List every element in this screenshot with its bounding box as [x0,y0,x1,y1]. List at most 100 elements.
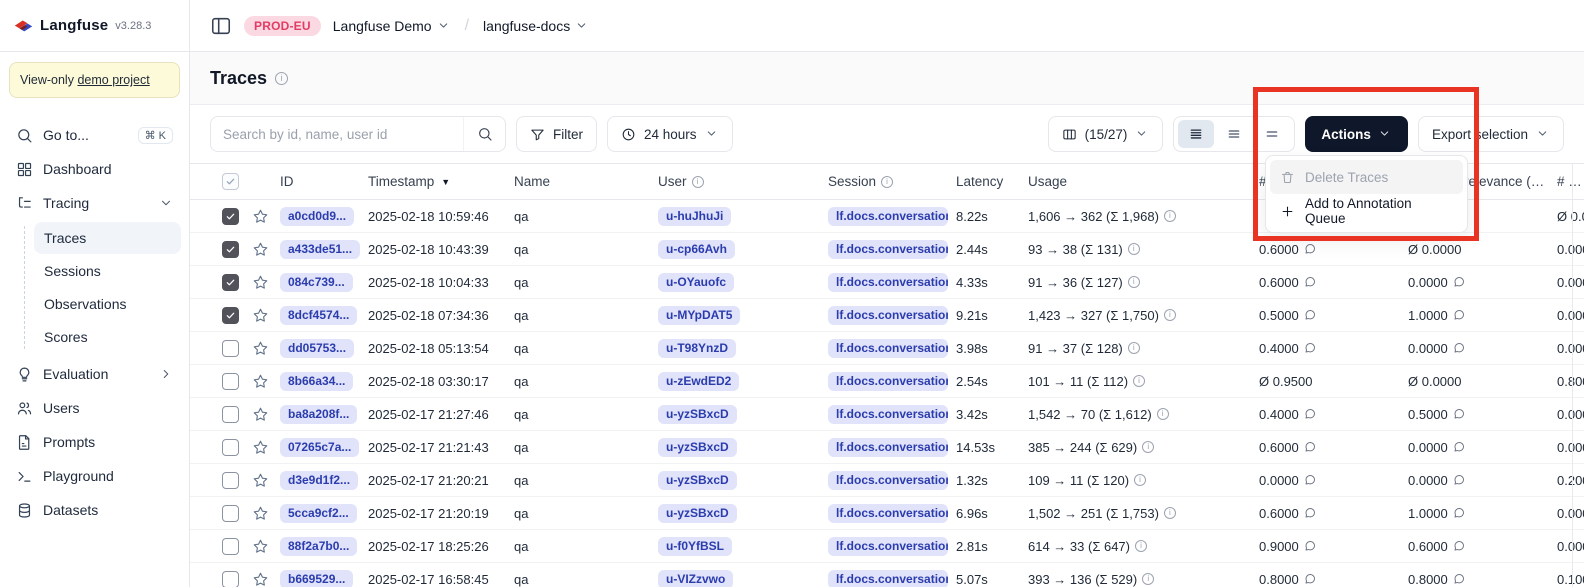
trace-id-badge[interactable]: dd05753... [280,339,354,358]
comment-bubble-icon[interactable] [1453,573,1466,586]
row-checkbox[interactable] [222,373,239,390]
column-header-user[interactable]: User i [658,174,828,189]
comment-bubble-icon[interactable] [1453,309,1466,322]
sidebar-item-traces[interactable]: Traces [34,222,181,254]
trace-id-badge[interactable]: 07265c7a... [280,438,359,457]
comment-bubble-icon[interactable] [1304,474,1317,487]
trace-id-badge[interactable]: 5cca9cf2... [280,504,357,523]
column-header-id[interactable]: ID [280,174,368,189]
comment-bubble-icon[interactable] [1304,408,1317,421]
trace-id-badge[interactable]: a0cd0d9... [280,207,354,226]
table-row[interactable]: ba8a208f...2025-02-17 21:27:46qau-yzSBxc… [190,398,1584,431]
info-icon[interactable]: i [1135,540,1147,552]
bookmark-star-icon[interactable] [252,274,269,291]
info-icon[interactable]: i [275,72,288,85]
bookmark-star-icon[interactable] [252,538,269,555]
sidebar-item-dashboard[interactable]: Dashboard [8,152,181,186]
session-badge[interactable]: lf.docs.conversation... [828,372,948,391]
sidebar-item-sessions[interactable]: Sessions [34,255,181,287]
bookmark-star-icon[interactable] [252,208,269,225]
table-row[interactable]: d3e9d1f2...2025-02-17 21:20:21qau-yzSBxc… [190,464,1584,497]
trace-id-badge[interactable]: ba8a208f... [280,405,357,424]
bookmark-star-icon[interactable] [252,571,269,587]
row-height-small-icon[interactable] [1178,120,1214,148]
comment-bubble-icon[interactable] [1453,342,1466,355]
table-row[interactable]: 084c739...2025-02-18 10:04:33qau-OYauofc… [190,266,1584,299]
column-header-latency[interactable]: Latency [956,174,1028,189]
org-switcher[interactable]: Langfuse Demo [333,18,451,34]
comment-bubble-icon[interactable] [1453,540,1466,553]
bookmark-star-icon[interactable] [252,472,269,489]
table-row[interactable]: 8dcf4574...2025-02-18 07:34:36qau-MYpDAT… [190,299,1584,332]
user-badge[interactable]: u-T98YnzD [658,339,736,358]
column-header-score3[interactable]: # … [1557,174,1584,189]
sidebar-item-scores[interactable]: Scores [34,321,181,353]
comment-bubble-icon[interactable] [1304,441,1317,454]
session-badge[interactable]: lf.docs.conversation... [828,537,948,556]
info-icon[interactable]: i [1128,342,1140,354]
user-badge[interactable]: u-huJhuJi [658,207,731,226]
row-checkbox[interactable] [222,538,239,555]
bookmark-star-icon[interactable] [252,340,269,357]
table-row[interactable]: dd05753...2025-02-18 05:13:54qau-T98YnzD… [190,332,1584,365]
comment-bubble-icon[interactable] [1304,276,1317,289]
info-icon[interactable]: i [1133,375,1145,387]
row-checkbox[interactable] [222,571,239,587]
session-badge[interactable]: lf.docs.conversation... [828,240,948,259]
sidebar-item-goto[interactable]: Go to... ⌘ K [8,118,181,152]
table-row[interactable]: 88f2a7b0...2025-02-17 18:25:26qau-f0YfBS… [190,530,1584,563]
row-checkbox[interactable] [222,307,239,324]
row-checkbox[interactable] [222,472,239,489]
user-badge[interactable]: u-f0YfBSL [658,537,732,556]
sidebar-item-evaluation[interactable]: Evaluation [8,357,181,391]
actions-button[interactable]: Actions [1305,116,1408,152]
sidebar-item-playground[interactable]: Playground [8,459,181,493]
row-height-large-icon[interactable] [1254,120,1290,148]
row-checkbox[interactable] [222,208,239,225]
trace-id-badge[interactable]: d3e9d1f2... [280,471,358,490]
sidebar-item-datasets[interactable]: Datasets [8,493,181,527]
comment-bubble-icon[interactable] [1453,276,1466,289]
menu-item-add-to-annotation-queue[interactable]: Add to Annotation Queue [1270,194,1463,228]
table-row[interactable]: 07265c7a...2025-02-17 21:21:43qau-yzSBxc… [190,431,1584,464]
trace-id-badge[interactable]: 084c739... [280,273,353,292]
info-icon[interactable]: i [1157,408,1169,420]
sidebar-item-users[interactable]: Users [8,391,181,425]
session-badge[interactable]: lf.docs.conversation... [828,339,948,358]
comment-bubble-icon[interactable] [1453,507,1466,520]
sidebar-item-tracing[interactable]: Tracing [8,186,181,220]
bookmark-star-icon[interactable] [252,439,269,456]
row-height-medium-icon[interactable] [1216,120,1252,148]
column-header-timestamp[interactable]: Timestamp ▼ [368,174,514,189]
info-icon[interactable]: i [1128,243,1140,255]
export-selection-button[interactable]: Export selection [1418,116,1564,152]
info-icon[interactable]: i [1142,573,1154,585]
bookmark-star-icon[interactable] [252,505,269,522]
session-badge[interactable]: lf.docs.conversation... [828,471,948,490]
project-switcher[interactable]: langfuse-docs [483,18,589,34]
user-badge[interactable]: u-OYauofc [658,273,734,292]
session-badge[interactable]: lf.docs.conversation... [828,306,948,325]
session-badge[interactable]: lf.docs.conversation... [828,207,948,226]
user-badge[interactable]: u-zEwdED2 [658,372,739,391]
menu-item-delete-traces[interactable]: Delete Traces [1270,160,1463,194]
trace-id-badge[interactable]: 88f2a7b0... [280,537,357,556]
column-header-usage[interactable]: Usage [1028,174,1259,189]
comment-bubble-icon[interactable] [1304,540,1317,553]
user-badge[interactable]: u-VIZzvwo [658,570,733,587]
trace-id-badge[interactable]: 8b66a34... [280,372,353,391]
comment-bubble-icon[interactable] [1304,342,1317,355]
time-range-button[interactable]: 24 hours [607,116,733,152]
bookmark-star-icon[interactable] [252,307,269,324]
row-checkbox[interactable] [222,274,239,291]
row-checkbox[interactable] [222,241,239,258]
session-badge[interactable]: lf.docs.conversation... [828,438,948,457]
row-checkbox[interactable] [222,505,239,522]
trace-id-badge[interactable]: 8dcf4574... [280,306,357,325]
row-checkbox[interactable] [222,406,239,423]
search-input[interactable] [211,127,463,142]
column-header-session[interactable]: Session i [828,174,956,189]
table-row[interactable]: b669529...2025-02-17 16:58:45qau-VIZzvwo… [190,563,1584,587]
column-header-name[interactable]: Name [514,174,658,189]
table-row[interactable]: a433de51...2025-02-18 10:43:39qau-cp66Av… [190,233,1584,266]
